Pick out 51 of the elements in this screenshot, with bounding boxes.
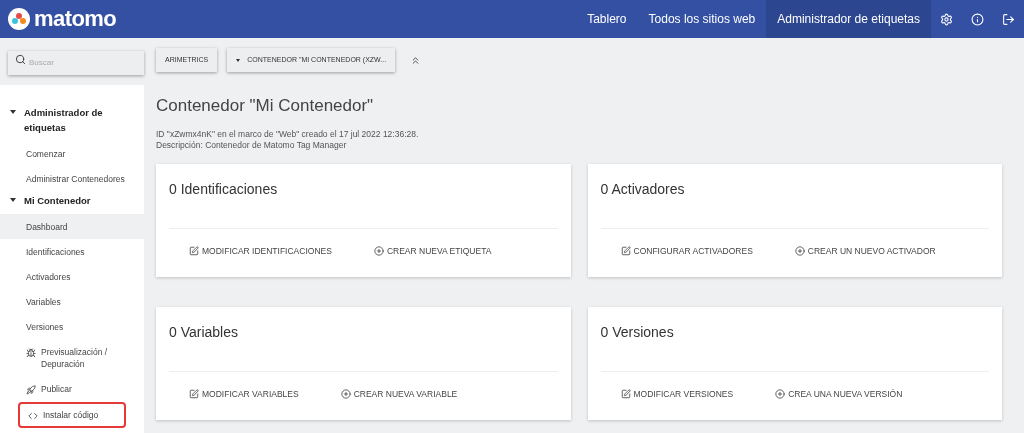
logo-text: matomo xyxy=(34,8,117,30)
nav-link[interactable]: Todos los sitios web xyxy=(637,0,767,38)
nav-link[interactable]: Tablero xyxy=(576,0,638,38)
info-icon[interactable] xyxy=(971,12,984,26)
edit-icon xyxy=(620,389,631,400)
edit-icon xyxy=(189,246,199,257)
sidebar-heading[interactable]: Administrador de etiquetas xyxy=(24,105,134,135)
card-action-link[interactable]: MODIFICAR VARIABLES xyxy=(189,388,299,401)
card-title: 0 Activadores xyxy=(600,180,686,198)
logout-icon[interactable] xyxy=(1002,12,1015,26)
settings-icon[interactable] xyxy=(940,12,953,26)
code-icon xyxy=(28,411,38,421)
sidebar-item[interactable]: Identificaciones xyxy=(0,239,144,264)
card-title: 0 Variables xyxy=(169,323,239,341)
sidebar-item[interactable]: Variables xyxy=(0,289,144,314)
caret-icon[interactable] xyxy=(10,110,16,114)
card-title: 0 Identificaciones xyxy=(169,180,279,198)
card-action-link[interactable]: CREAR NUEVA VARIABLE xyxy=(340,388,458,401)
edit-icon xyxy=(620,246,631,257)
search-icon xyxy=(15,54,26,65)
sidebar-item[interactable]: Versiones xyxy=(0,314,144,339)
sidebar-item[interactable]: Administrar Contenedores xyxy=(0,166,144,191)
caret-icon xyxy=(236,58,241,62)
bug-icon xyxy=(26,347,36,358)
sidebar-item[interactable]: Previsualización / Depuración xyxy=(0,339,144,376)
plus-icon xyxy=(794,246,805,257)
sidebar-item[interactable]: Instalar código xyxy=(18,402,126,428)
plus-icon xyxy=(373,246,384,257)
caret-icon[interactable] xyxy=(10,198,16,202)
logo-icon xyxy=(8,8,30,30)
card-action-link[interactable]: CONFIGURAR ACTIVADORES xyxy=(620,245,753,258)
card-action-link[interactable]: CREAR UN NUEVO ACTIVADOR xyxy=(794,245,936,258)
sidebar-item[interactable]: Activadores xyxy=(0,264,144,289)
card-title: 0 Versiones xyxy=(600,323,675,341)
nav-link[interactable]: Administrador de etiquetas xyxy=(766,0,931,38)
plus-icon xyxy=(775,389,786,400)
rocket-icon xyxy=(26,384,36,395)
plus-icon xyxy=(340,389,351,400)
container-description: Descripción: Contenedor de Matomo Tag Manager xyxy=(156,140,348,151)
container-meta: ID "xZwmx4nK" en el marco de "Web" creado el 17 jul 2022 12:36:28. xyxy=(156,129,420,140)
sidebar-heading[interactable]: Mi Contenedor xyxy=(24,193,91,208)
edit-icon xyxy=(189,389,199,400)
sidebar-item[interactable]: Dashboard xyxy=(0,214,144,239)
sidebar-item[interactable]: Publicar xyxy=(0,376,144,401)
sidebar-item[interactable]: Comenzar xyxy=(0,141,144,166)
search-field[interactable]: Buscar xyxy=(8,50,144,75)
page-title: Contenedor "Mi Contenedor" xyxy=(156,96,375,116)
card-action-link[interactable]: CREA UNA NUEVA VERSIÓN xyxy=(775,388,903,401)
card-action-link[interactable]: MODIFICAR VERSIONES xyxy=(620,388,734,401)
card-action-link[interactable]: CREAR NUEVA ETIQUETA xyxy=(373,245,492,258)
card-action-link[interactable]: MODIFICAR IDENTIFICACIONES xyxy=(189,245,332,258)
